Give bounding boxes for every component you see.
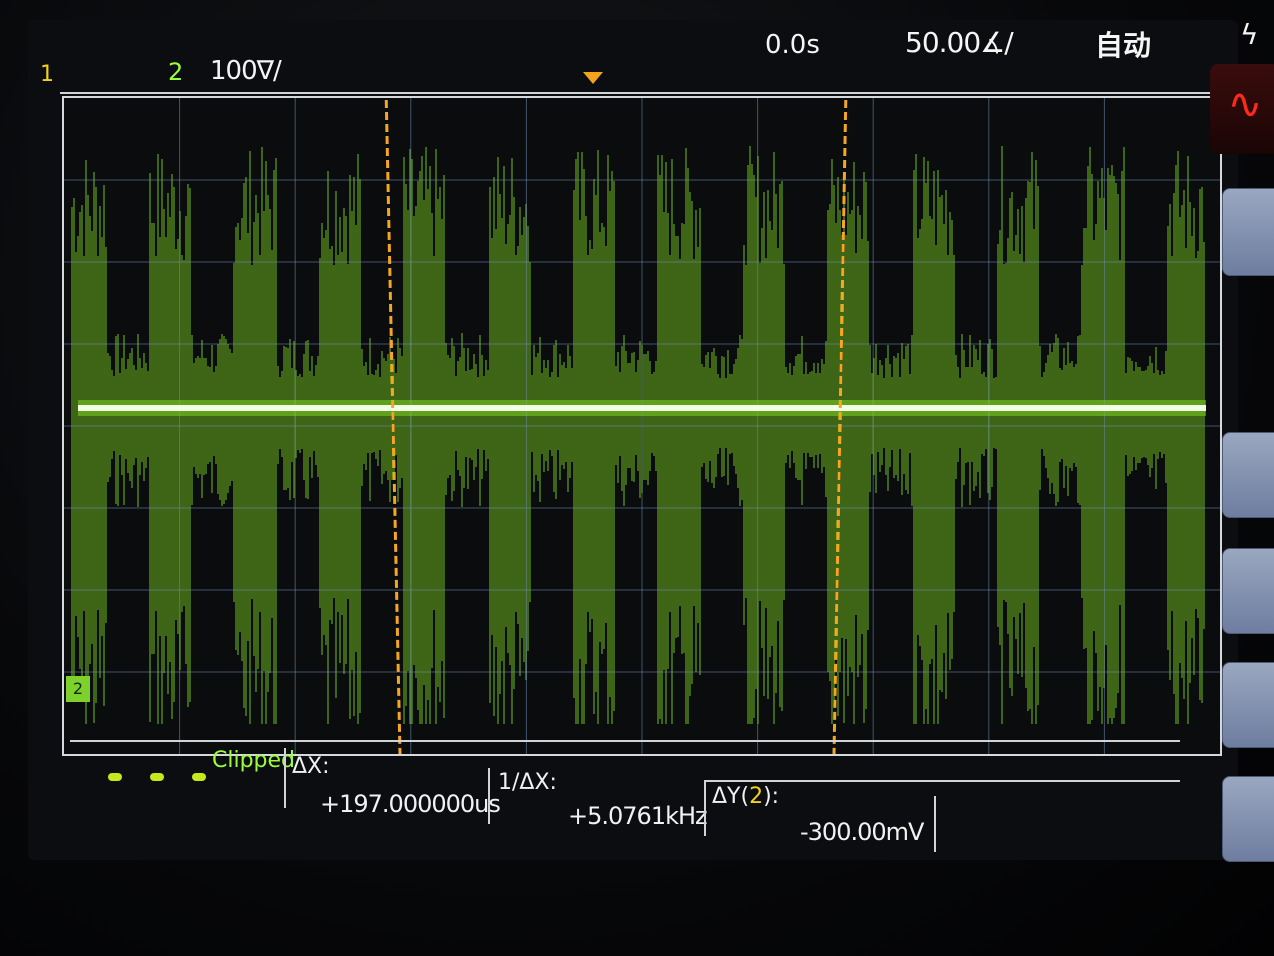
trace-baseline bbox=[78, 405, 1206, 411]
measurement-divider bbox=[284, 748, 286, 808]
measurement-top-divider bbox=[70, 740, 1180, 742]
channel-2-ground-marker[interactable]: 2 bbox=[66, 676, 90, 702]
softkey-4[interactable] bbox=[1222, 662, 1274, 748]
horizontal-delay[interactable]: 0.0s bbox=[765, 30, 820, 60]
delta-y-label: ΔY(2): bbox=[712, 784, 780, 809]
softkey-1[interactable] bbox=[1222, 188, 1274, 276]
channel-1-label[interactable]: 1 bbox=[40, 62, 54, 87]
delta-x-label: ΔX: bbox=[292, 754, 330, 779]
waveform-logo-icon: ∿ bbox=[1210, 64, 1274, 154]
softkey-panel: ∿ bbox=[1180, 48, 1274, 908]
softkey-3[interactable] bbox=[1222, 548, 1274, 634]
softkey-5[interactable] bbox=[1222, 776, 1274, 862]
measurement-divider bbox=[704, 780, 706, 836]
measurement-bar: Clipped ΔX: +197.000000us 1/ΔX: +5.0761k… bbox=[70, 740, 1180, 855]
softkey-2[interactable] bbox=[1222, 432, 1274, 518]
measurement-divider bbox=[488, 768, 490, 824]
header-divider bbox=[60, 92, 1230, 94]
volts-per-div[interactable]: 100∇/ bbox=[210, 56, 282, 86]
trigger-position-icon[interactable] bbox=[583, 72, 603, 84]
waveform-canvas bbox=[64, 98, 1220, 754]
channel-2-label[interactable]: 2 bbox=[168, 58, 183, 86]
clipped-indicator: Clipped bbox=[212, 748, 296, 773]
time-per-div[interactable]: 50.00∡/ bbox=[905, 26, 1014, 59]
measurement-divider bbox=[704, 780, 1180, 782]
top-status-bar: 1 2 100∇/ 0.0s 50.00∡/ 自动 ϟ bbox=[30, 18, 1258, 87]
measurement-divider bbox=[934, 796, 936, 852]
delta-x-value: +197.000000us bbox=[320, 790, 501, 818]
delta-y-value: -300.00mV bbox=[800, 818, 924, 846]
status-dot bbox=[150, 773, 164, 781]
inverse-delta-x-label: 1/ΔX: bbox=[498, 770, 557, 795]
inverse-delta-x-value: +5.0761kHz bbox=[568, 802, 708, 830]
status-dot bbox=[108, 773, 122, 781]
trigger-mode[interactable]: 自动 bbox=[1095, 24, 1151, 64]
waveform-graticule bbox=[62, 96, 1222, 756]
trigger-edge-icon: ϟ bbox=[1240, 18, 1259, 51]
status-dot bbox=[192, 773, 206, 781]
waveform-trace bbox=[71, 146, 1205, 724]
